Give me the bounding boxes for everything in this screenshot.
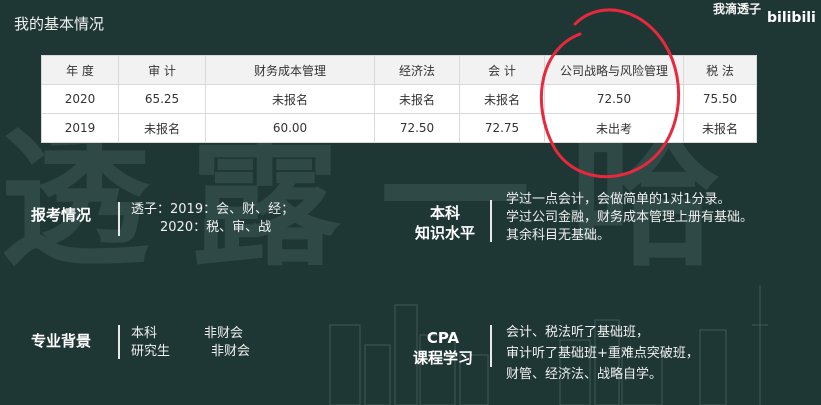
page-title: 我的基本情况 <box>14 15 105 33</box>
major-background-label: 专业背景 <box>31 332 92 350</box>
header-audit: 审 计 <box>118 55 206 85</box>
table-cell: 未报名 <box>683 113 757 143</box>
table-cell: 未出考 <box>544 113 684 143</box>
major-background-degree-1: 本科 <box>131 326 158 341</box>
table-cell: 65.25 <box>118 84 206 114</box>
exam-registration-line-1: 透子：2019：会、财、经； <box>131 202 295 217</box>
svg-text:bilibili: bilibili <box>767 10 816 26</box>
exam-registration-line-2: 2020：税、审、战 <box>160 220 272 235</box>
table-cell: 未报名 <box>374 84 460 114</box>
section-divider <box>118 202 120 236</box>
undergrad-knowledge-label: 本科 知识水平 <box>400 203 490 243</box>
table-cell: 2019 <box>41 113 119 143</box>
table-cell: 72.75 <box>459 113 545 143</box>
bilibili-logo: bilibili <box>767 10 816 26</box>
table-header-row: 年 度 审 计 财务成本管理 经济法 会 计 公司战略与风险管理 税 法 <box>41 55 757 85</box>
cpa-study-line-1: 会计、税法听了基础班， <box>506 325 650 340</box>
header-financial-management: 财务成本管理 <box>205 55 375 85</box>
section-divider <box>490 325 492 367</box>
brand-name: 我滴透子 <box>712 2 761 16</box>
cpa-study-line-2: 审计听了基础班+重难点突破班， <box>506 346 699 361</box>
undergrad-knowledge-label-line2: 知识水平 <box>414 224 475 242</box>
table-cell: 2020 <box>41 84 119 114</box>
cpa-study-label-line1: CPA <box>426 329 460 347</box>
header-strategy-risk: 公司战略与风险管理 <box>544 55 684 85</box>
table-cell: 75.50 <box>683 84 757 114</box>
table-cell: 72.50 <box>544 84 684 114</box>
cpa-study-label: CPA 课程学习 <box>396 328 490 368</box>
major-background-major-2: 非财会 <box>211 344 251 359</box>
major-background-major-1: 非财会 <box>204 326 244 341</box>
table-cell: 未报名 <box>118 113 206 143</box>
table-row: 2019 未报名 60.00 72.50 72.75 未出考 未报名 <box>41 113 757 143</box>
major-background-degree-2: 研究生 <box>131 344 171 359</box>
table-cell: 72.50 <box>374 113 460 143</box>
header-tax-law: 税 法 <box>683 55 757 85</box>
table-cell: 未报名 <box>459 84 545 114</box>
undergrad-knowledge-label-line1: 本科 <box>429 204 460 222</box>
table-cell: 60.00 <box>205 113 375 143</box>
section-divider <box>118 325 120 359</box>
cpa-study-line-3: 财管、经济法、战略自学。 <box>506 367 663 382</box>
undergrad-knowledge-line-2: 学过公司金融，财务成本管理上册有基础。 <box>506 210 754 225</box>
header-accounting: 会 计 <box>459 55 545 85</box>
section-divider <box>490 200 492 242</box>
undergrad-knowledge-line-1: 学过一点会计，会做简单的1对1分录。 <box>506 192 731 207</box>
cpa-study-label-line2: 课程学习 <box>412 349 473 367</box>
header-economic-law: 经济法 <box>374 55 460 85</box>
table-cell: 未报名 <box>205 84 375 114</box>
header-year: 年 度 <box>41 55 119 85</box>
score-table: 年 度 审 计 财务成本管理 经济法 会 计 公司战略与风险管理 税 法 202… <box>41 55 757 143</box>
undergrad-knowledge-line-3: 其余科目无基础。 <box>506 228 611 243</box>
table-row: 2020 65.25 未报名 未报名 未报名 72.50 75.50 <box>41 84 757 114</box>
exam-registration-label: 报考情况 <box>31 206 92 224</box>
